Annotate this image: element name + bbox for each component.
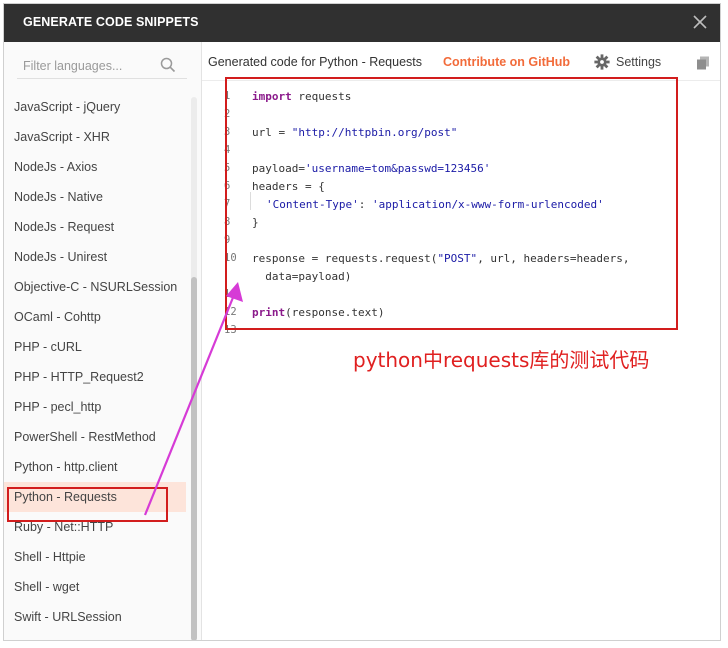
language-item-python-http-client[interactable]: Python - http.client <box>4 452 186 482</box>
scrollbar-thumb[interactable] <box>191 277 197 640</box>
language-item-shell-httpie[interactable]: Shell - Httpie <box>4 542 186 572</box>
search-icon[interactable] <box>159 56 177 74</box>
contribute-github-link[interactable]: Contribute on GitHub <box>443 55 570 69</box>
language-list: JavaScript - jQuery JavaScript - XHR Nod… <box>4 92 190 640</box>
language-item-php-http-request2[interactable]: PHP - HTTP_Request2 <box>4 362 186 392</box>
code-toolbar: Generated code for Python - Requests Con… <box>202 42 720 81</box>
language-item-shell-wget[interactable]: Shell - wget <box>4 572 186 602</box>
language-item-javascript-xhr[interactable]: JavaScript - XHR <box>4 122 186 152</box>
language-item-php-pecl-http[interactable]: PHP - pecl_http <box>4 392 186 422</box>
sidebar-scrollbar[interactable] <box>191 97 197 640</box>
language-search <box>17 54 187 79</box>
language-item-php-curl[interactable]: PHP - cURL <box>4 332 186 362</box>
copy-icon[interactable] <box>696 56 710 70</box>
selected-item-highlight-box <box>7 487 168 522</box>
language-item-swift-urlsession[interactable]: Swift - URLSession <box>4 602 186 632</box>
modal-header: GENERATE CODE SNIPPETS <box>4 4 720 42</box>
language-item-nodejs-axios[interactable]: NodeJs - Axios <box>4 152 186 182</box>
language-item-powershell-restmethod[interactable]: PowerShell - RestMethod <box>4 422 186 452</box>
settings-label: Settings <box>616 55 662 69</box>
close-icon[interactable] <box>690 12 710 32</box>
language-item-objective-c-nsurlsession[interactable]: Objective-C - NSURLSession <box>4 272 186 302</box>
gear-icon <box>594 54 610 70</box>
generated-code-label: Generated code for Python - Requests <box>208 55 423 69</box>
annotation-text: python中requests库的测试代码 <box>353 348 650 372</box>
language-search-input[interactable] <box>21 58 155 74</box>
language-item-ocaml-cohttp[interactable]: OCaml - Cohttp <box>4 302 186 332</box>
language-item-nodejs-native[interactable]: NodeJs - Native <box>4 182 186 212</box>
code-highlight-box <box>225 77 678 330</box>
language-item-nodejs-request[interactable]: NodeJs - Request <box>4 212 186 242</box>
modal-title: GENERATE CODE SNIPPETS <box>23 15 199 29</box>
language-item-javascript-jquery[interactable]: JavaScript - jQuery <box>4 92 186 122</box>
language-sidebar: JavaScript - jQuery JavaScript - XHR Nod… <box>4 42 202 640</box>
language-item-nodejs-unirest[interactable]: NodeJs - Unirest <box>4 242 186 272</box>
